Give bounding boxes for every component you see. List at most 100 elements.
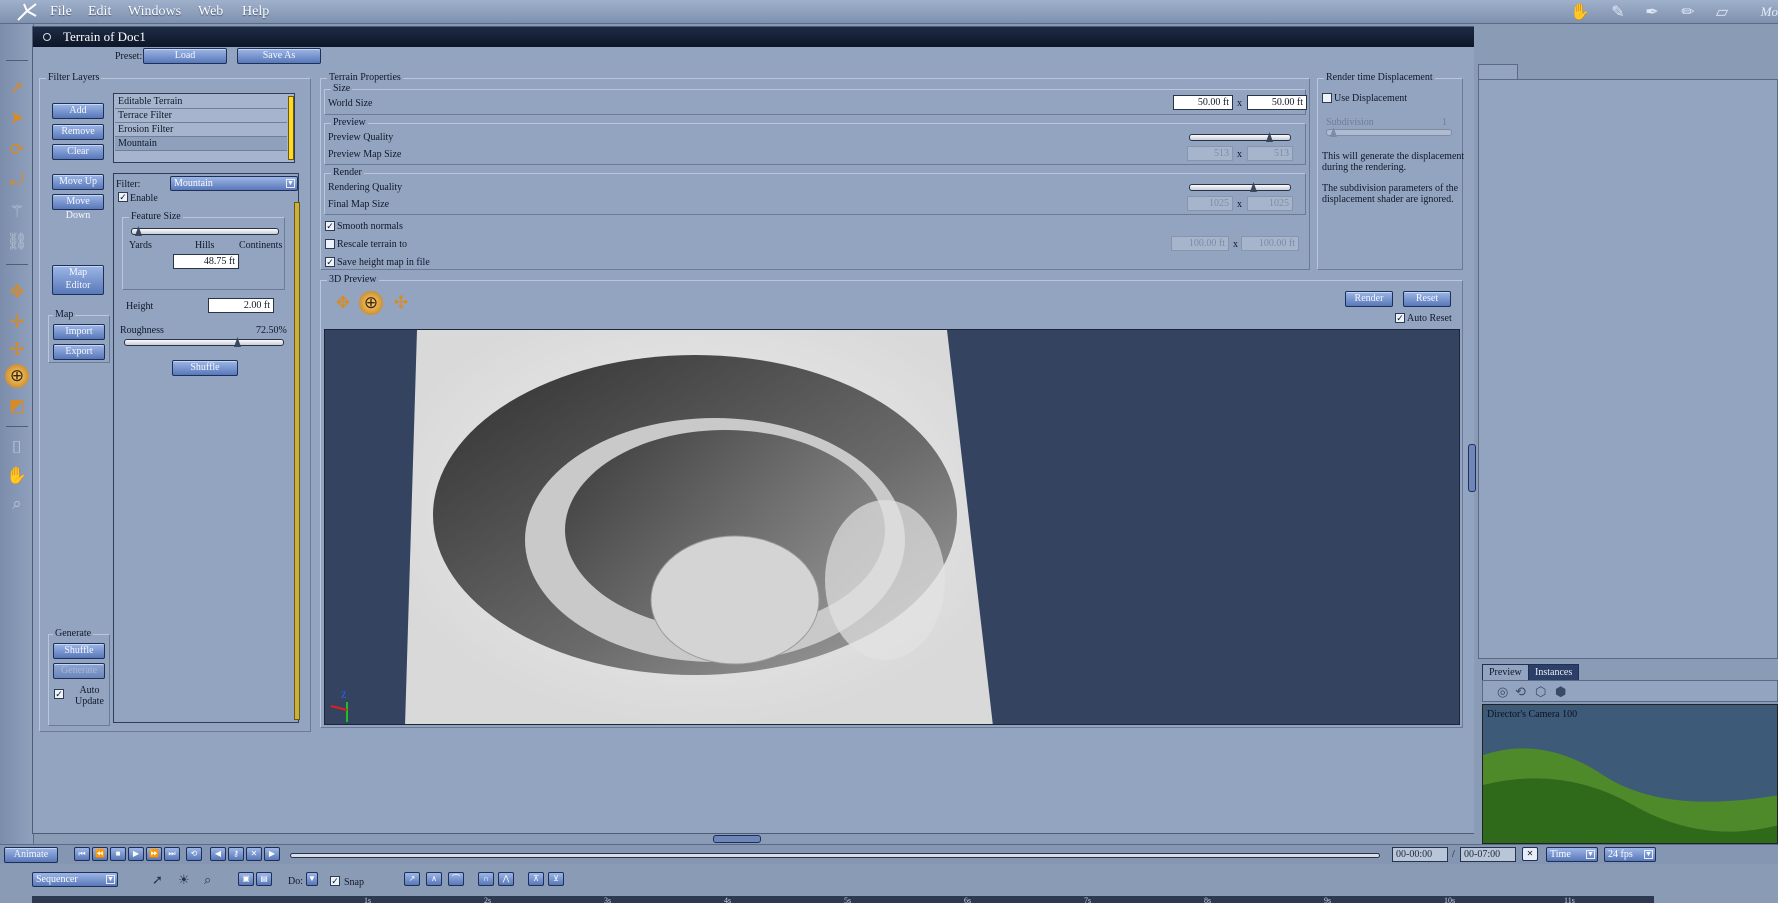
camera-icon[interactable]: ⌷ bbox=[5, 436, 29, 460]
menu-help[interactable]: Help bbox=[242, 4, 269, 20]
curve-bounce-icon[interactable]: ⋀ bbox=[498, 872, 514, 886]
zoom-icon[interactable]: ⌕ bbox=[5, 492, 29, 516]
camera-preview[interactable]: Director's Camera 100 bbox=[1482, 704, 1778, 844]
auto-reset-checkbox[interactable]: ✓ bbox=[1395, 313, 1405, 323]
clear-layers-button[interactable]: Clear bbox=[52, 144, 104, 160]
save-height-map-checkbox[interactable]: ✓ bbox=[325, 257, 335, 267]
menu-edit[interactable]: Edit bbox=[88, 4, 111, 20]
trackball-view-icon[interactable]: ⊕ bbox=[359, 291, 383, 315]
list-item[interactable]: Mountain bbox=[115, 137, 287, 151]
current-time-field[interactable]: 00-00:00 bbox=[1392, 847, 1448, 862]
snap-checkbox[interactable]: ✓ bbox=[330, 876, 340, 886]
move-arrow-icon[interactable]: ➤ bbox=[5, 106, 29, 130]
step-forward-icon[interactable]: ⏩ bbox=[146, 847, 162, 861]
window-close-icon[interactable] bbox=[43, 33, 51, 41]
link-icon[interactable]: ⛓ bbox=[5, 230, 29, 254]
move-down-button[interactable]: Move Down bbox=[52, 194, 104, 221]
rotate-view-icon[interactable]: ⟲ bbox=[1515, 684, 1526, 700]
menu-windows[interactable]: Windows bbox=[128, 4, 181, 20]
world-size-y-field[interactable]: 50.00 ft bbox=[1247, 95, 1307, 110]
expand-all-icon[interactable]: ⊻ bbox=[548, 872, 564, 886]
export-button[interactable]: Export bbox=[53, 344, 105, 360]
auto-update-checkbox[interactable]: ✓ bbox=[54, 689, 64, 699]
end-time-field[interactable]: 00-07:00 bbox=[1460, 847, 1516, 862]
tab-instances[interactable]: Instances bbox=[1528, 664, 1580, 681]
sequencer-select[interactable]: Sequencer ▼ bbox=[32, 872, 118, 887]
enable-checkbox[interactable]: ✓ bbox=[118, 192, 128, 202]
generate-button[interactable]: Generate bbox=[53, 663, 105, 679]
filter-type-select[interactable]: Mountain ▼ bbox=[170, 176, 298, 191]
list-item[interactable]: Terrace Filter bbox=[115, 109, 287, 123]
hand-pan-icon[interactable]: ✋ bbox=[5, 464, 29, 488]
curve-linear-icon[interactable]: ↗ bbox=[404, 872, 420, 886]
tab-preview[interactable]: Preview bbox=[1482, 664, 1529, 681]
preset-save-as-button[interactable]: Save As bbox=[237, 48, 321, 64]
globe-icon[interactable]: ◎ bbox=[1497, 684, 1508, 700]
stop-icon[interactable]: ■ bbox=[110, 847, 126, 861]
magic-wand-icon[interactable]: ⚚ bbox=[5, 200, 29, 224]
curve-smooth-icon[interactable]: ⌒ bbox=[448, 872, 464, 886]
pan-view-icon[interactable]: ✥ bbox=[331, 291, 355, 315]
3d-preview-viewport[interactable]: Z bbox=[324, 329, 1460, 725]
move-up-button[interactable]: Move Up bbox=[52, 174, 104, 190]
use-displacement-checkbox[interactable] bbox=[1322, 93, 1332, 103]
terrain-view-icon[interactable]: ◩ bbox=[5, 394, 29, 418]
render-button[interactable]: Render bbox=[1345, 291, 1393, 307]
move-camera-icon[interactable]: ✥ bbox=[5, 280, 29, 304]
brush-tool-icon[interactable]: ✎ bbox=[1606, 2, 1630, 22]
slider-thumb[interactable] bbox=[1250, 182, 1257, 192]
ruler-tool-icon[interactable]: ▱ bbox=[1710, 2, 1734, 22]
feature-size-slider[interactable] bbox=[131, 226, 279, 236]
expand-icon[interactable]: ✕ bbox=[1522, 847, 1538, 861]
filter-layer-list[interactable]: Editable Terrain Terrace Filter Erosion … bbox=[113, 93, 295, 163]
feature-size-field[interactable]: 48.75 ft bbox=[173, 254, 239, 269]
preview-quality-slider[interactable] bbox=[1189, 132, 1291, 142]
zoom-icon[interactable]: ⌕ bbox=[204, 872, 211, 888]
fit-icon[interactable]: ▣ bbox=[238, 872, 254, 886]
world-size-x-field[interactable]: 50.00 ft bbox=[1173, 95, 1233, 110]
import-button[interactable]: Import bbox=[53, 324, 105, 340]
slider-thumb[interactable] bbox=[1266, 132, 1273, 142]
slider-thumb[interactable] bbox=[234, 337, 241, 347]
filter-shuffle-button[interactable]: Shuffle bbox=[172, 360, 238, 376]
reset-button[interactable]: Reset bbox=[1403, 291, 1451, 307]
prev-key-icon[interactable]: ◀ bbox=[210, 847, 226, 861]
go-start-icon[interactable]: ⏮ bbox=[74, 847, 90, 861]
collapse-icon[interactable]: ⊼ bbox=[528, 872, 544, 886]
rescale-terrain-checkbox[interactable] bbox=[325, 239, 335, 249]
step-back-icon[interactable]: ⏪ bbox=[92, 847, 108, 861]
slider-thumb[interactable] bbox=[135, 226, 142, 236]
layer-list-scrollbar[interactable] bbox=[288, 96, 294, 160]
solid-cube-icon[interactable]: ⬢ bbox=[1555, 684, 1566, 700]
curve-peak-icon[interactable]: ∧ bbox=[426, 872, 442, 886]
go-end-icon[interactable]: ⏭ bbox=[164, 847, 180, 861]
hand-tool-icon[interactable]: ✋ bbox=[1568, 2, 1592, 22]
add-layer-button[interactable]: Add bbox=[52, 103, 104, 119]
loop-icon[interactable]: ⟲ bbox=[186, 847, 202, 861]
remove-layer-button[interactable]: Remove bbox=[52, 124, 104, 140]
trackball-icon[interactable]: ⊕ bbox=[5, 364, 29, 388]
smooth-normals-checkbox[interactable]: ✓ bbox=[325, 221, 335, 231]
rotate-icon[interactable]: ⟳ bbox=[5, 138, 29, 162]
list-item[interactable]: Editable Terrain bbox=[115, 95, 287, 109]
delete-key-icon[interactable]: ✕ bbox=[246, 847, 262, 861]
select-arrow-icon[interactable]: ➚ bbox=[5, 76, 29, 100]
sun-icon[interactable]: ☀ bbox=[178, 872, 190, 888]
timeline-ruler[interactable] bbox=[32, 896, 1654, 903]
right-panel-splitter[interactable] bbox=[1468, 444, 1476, 492]
fit-all-icon[interactable]: ▤ bbox=[256, 872, 272, 886]
pan-camera-icon[interactable]: ✢ bbox=[5, 310, 29, 334]
pencil-tool-icon[interactable]: ✏ bbox=[1676, 2, 1700, 22]
height-field[interactable]: 2.00 ft bbox=[208, 298, 274, 313]
roughness-slider[interactable] bbox=[124, 337, 284, 347]
dolly-view-icon[interactable]: ✣ bbox=[389, 291, 413, 315]
wireframe-cube-icon[interactable]: ⬡ bbox=[1535, 684, 1546, 700]
animate-button[interactable]: Animate bbox=[4, 847, 58, 863]
fps-select[interactable]: 24 fps ▼ bbox=[1604, 847, 1656, 862]
twist-icon[interactable]: ⤾ bbox=[5, 168, 29, 192]
next-key-icon[interactable]: ▶ bbox=[264, 847, 280, 861]
filter-panel-scrollbar[interactable] bbox=[294, 202, 300, 720]
right-panel-tab[interactable] bbox=[1478, 64, 1518, 80]
dolly-camera-icon[interactable]: ✣ bbox=[5, 338, 29, 362]
rendering-quality-slider[interactable] bbox=[1189, 182, 1291, 192]
